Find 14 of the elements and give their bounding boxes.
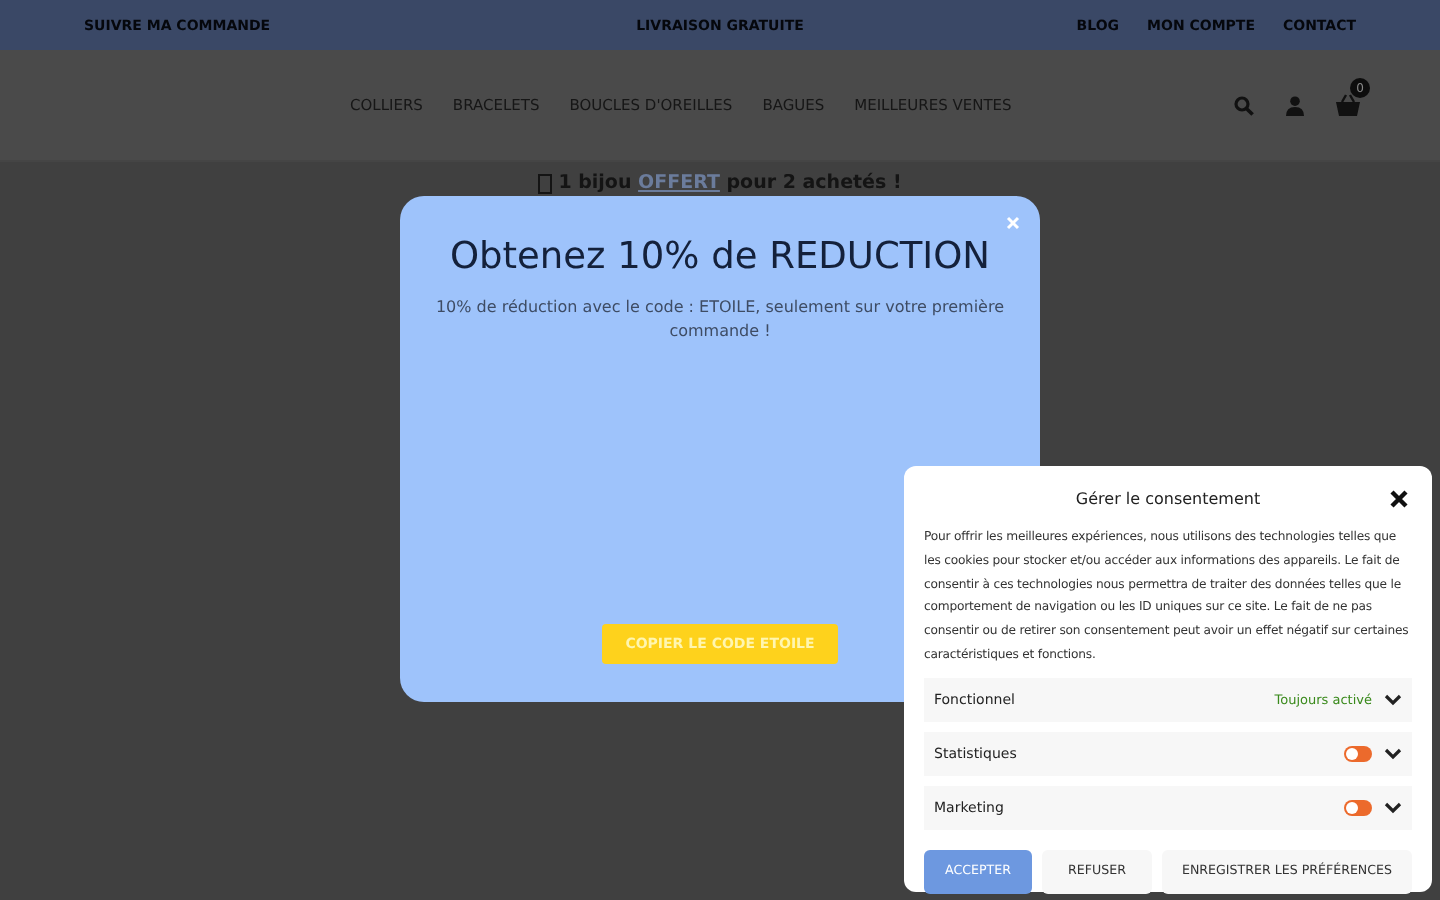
toggle-switch[interactable] [1344, 799, 1372, 816]
offer-link[interactable]: OFFERT [638, 172, 720, 194]
missing-glyph-icon [538, 173, 553, 193]
toggle-switch[interactable] [1344, 745, 1372, 762]
chevron-icon[interactable] [1384, 747, 1402, 760]
consent-title: Gérer le consentement [1075, 489, 1261, 507]
search-icon[interactable] [1234, 95, 1254, 115]
basket-icon[interactable] [1336, 94, 1360, 116]
close-icon[interactable] [1390, 490, 1408, 508]
popup-title: Obtenez 10% de REDUCTION [449, 236, 991, 278]
popup-text: 10% de réduction avec le code : ETOILE, seulement sur votre première commande ! [433, 296, 1007, 344]
chevron-icon[interactable] [1384, 801, 1402, 814]
chevron-icon[interactable] [1384, 693, 1402, 706]
user-icon[interactable] [1286, 95, 1304, 115]
